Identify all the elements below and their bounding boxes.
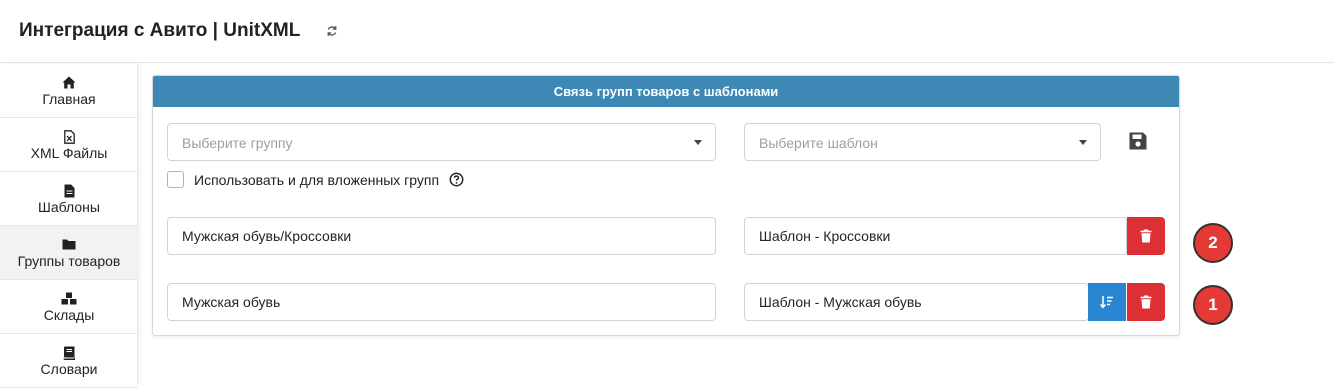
mapping-group-field[interactable]: Мужская обувь [167, 283, 716, 321]
group-select[interactable]: Выберите группу [167, 123, 716, 161]
sidebar-item-product-groups[interactable]: Группы товаров [0, 226, 138, 280]
sidebar-item-templates[interactable]: Шаблоны [0, 172, 138, 226]
panel-title: Связь групп товаров с шаблонами [153, 76, 1179, 107]
chevron-down-icon [1079, 140, 1087, 145]
sidebar-item-label: Словари [40, 361, 98, 377]
sidebar-item-label: Склады [43, 307, 95, 323]
delete-button[interactable] [1127, 217, 1165, 255]
delete-button[interactable] [1127, 283, 1165, 321]
template-select[interactable]: Выберите шаблон [744, 123, 1101, 161]
mapping-group-field[interactable]: Мужская обувь/Кроссовки [167, 217, 716, 255]
sidebar-item-dictionaries[interactable]: Словари [0, 334, 138, 388]
nested-groups-label: Использовать и для вложенных групп [194, 172, 440, 188]
chevron-down-icon [694, 140, 702, 145]
sidebar-item-home[interactable]: Главная [0, 64, 138, 118]
home-icon [62, 76, 76, 89]
file-icon [64, 184, 74, 198]
boxes-icon [61, 292, 77, 305]
sidebar-item-xml-files[interactable]: XML Файлы [0, 118, 138, 172]
trash-icon [1140, 295, 1152, 309]
question-circle-icon[interactable] [449, 172, 464, 187]
app-header: Интеграция с Авито | UnitXML [0, 0, 1334, 63]
order-badge: 1 [1193, 285, 1233, 325]
sidebar-item-warehouses[interactable]: Склады [0, 280, 138, 334]
group-select-placeholder: Выберите группу [182, 135, 293, 151]
book-icon [63, 346, 75, 360]
folder-icon [62, 239, 76, 250]
order-badge: 2 [1193, 223, 1233, 263]
page-title: Интеграция с Авито | UnitXML [19, 20, 301, 41]
sidebar-item-label: XML Файлы [30, 145, 108, 161]
sidebar-item-label: Шаблоны [38, 199, 100, 215]
save-icon[interactable] [1127, 130, 1149, 152]
sidebar: Главная XML Файлы Шаблоны Группы товаров… [0, 64, 138, 388]
refresh-icon[interactable] [326, 25, 338, 37]
xml-file-icon [63, 130, 75, 144]
sort-amount-down-icon [1100, 296, 1113, 309]
trash-icon [1140, 229, 1152, 243]
sort-button[interactable] [1088, 283, 1126, 321]
group-template-panel: Связь групп товаров с шаблонами Выберите… [152, 75, 1180, 336]
mapping-template-field[interactable]: Шаблон - Мужская обувь [744, 283, 1089, 321]
mapping-template-field[interactable]: Шаблон - Кроссовки [744, 217, 1127, 255]
sidebar-item-label: Главная [42, 91, 96, 107]
nested-groups-checkbox[interactable] [167, 171, 184, 188]
sidebar-item-label: Группы товаров [17, 253, 121, 269]
template-select-placeholder: Выберите шаблон [759, 135, 878, 151]
